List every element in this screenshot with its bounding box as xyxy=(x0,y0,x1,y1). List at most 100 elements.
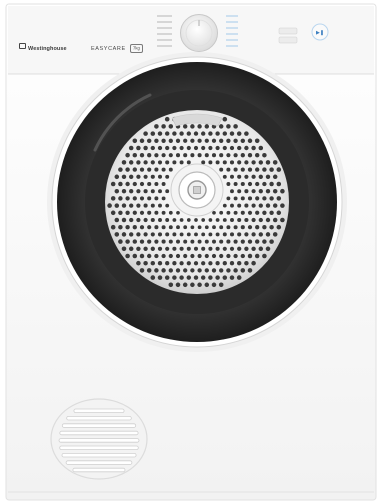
drum-hole xyxy=(147,181,152,187)
drum-hole xyxy=(244,260,249,266)
drum-hole xyxy=(136,232,141,237)
drum-hole xyxy=(143,160,148,165)
option-button-2[interactable] xyxy=(278,36,298,44)
drum-hole xyxy=(229,232,235,237)
drum-hole xyxy=(186,246,191,251)
drum-hub-bolt xyxy=(193,186,201,194)
drum-hole xyxy=(168,239,173,244)
drum-hole xyxy=(168,167,173,172)
drum-hole xyxy=(204,253,209,259)
drum-hole xyxy=(233,253,238,259)
drum-hole xyxy=(110,196,116,201)
drum-hole xyxy=(179,131,184,136)
drum-hole xyxy=(154,225,159,230)
drum-hole xyxy=(136,260,141,266)
drum-hole xyxy=(114,188,120,194)
drum-hole xyxy=(211,153,217,158)
start-pause-icon: ▶❚ xyxy=(316,30,324,36)
drum-hole xyxy=(251,232,256,237)
drum-hole xyxy=(118,181,123,187)
drum-hole xyxy=(154,167,159,172)
drum-hole xyxy=(208,232,213,237)
drum-hole xyxy=(197,225,202,230)
drum-hole xyxy=(208,261,213,266)
drum-hole xyxy=(265,246,271,252)
drum-hole xyxy=(222,275,228,280)
drum-hole xyxy=(161,182,166,186)
drum-hole xyxy=(147,253,152,259)
drum-hole xyxy=(276,181,282,187)
drum-hole xyxy=(161,225,166,230)
drum-hole xyxy=(186,218,191,222)
drum-hole xyxy=(262,167,267,172)
drum-hole xyxy=(222,203,227,208)
drum-hole xyxy=(154,268,159,273)
option-button-1[interactable] xyxy=(278,27,298,35)
drum-hole xyxy=(164,131,170,136)
drum-hole xyxy=(269,239,274,244)
drum-hole xyxy=(125,196,130,201)
drum-hole xyxy=(244,232,249,237)
drum-hole xyxy=(128,246,134,252)
drum-hole xyxy=(276,167,282,172)
drum-hole xyxy=(251,145,256,151)
drum-hole xyxy=(240,181,245,187)
drum-hole xyxy=(233,124,238,129)
drum-hole xyxy=(240,167,245,172)
vent-slat xyxy=(59,445,139,450)
drum-hole xyxy=(150,160,155,165)
drum-hole xyxy=(147,225,152,230)
dryer-illustration: ▶❚ xyxy=(5,3,377,501)
drum-hole xyxy=(229,131,235,136)
drum-hole xyxy=(215,246,220,251)
drum-hole xyxy=(179,145,184,151)
drum-hole xyxy=(118,167,123,172)
drum-hole xyxy=(128,160,134,165)
drum-hole xyxy=(276,210,282,216)
drum-hole xyxy=(236,275,242,280)
drum-hole xyxy=(125,239,130,244)
drum-hole xyxy=(157,160,163,165)
drum-hole xyxy=(147,167,152,172)
drum-hole xyxy=(136,174,141,179)
drum-hole xyxy=(186,232,191,237)
drum-hole xyxy=(136,160,141,165)
drum-hole xyxy=(168,153,173,158)
drum-hole xyxy=(197,253,202,259)
drum-hole xyxy=(219,253,224,259)
drum-hole xyxy=(118,196,123,201)
drum-hole xyxy=(280,203,285,208)
drum-hole xyxy=(226,124,231,129)
drum-hole xyxy=(255,181,260,187)
drum-hole xyxy=(121,232,127,237)
drum-hole xyxy=(110,210,116,216)
drum-hole xyxy=(157,145,163,151)
drum-hole xyxy=(208,246,213,251)
drum-hole xyxy=(190,124,195,129)
drum-hole xyxy=(168,225,173,230)
drum-hole xyxy=(190,239,195,244)
drum-hole xyxy=(110,224,116,230)
vent-slat xyxy=(66,415,132,421)
drum-hole xyxy=(154,182,159,186)
drum-hole xyxy=(190,282,195,288)
drum-hole xyxy=(219,210,224,215)
drum-hole xyxy=(165,203,170,208)
drum-hole xyxy=(254,138,260,144)
vent-slat xyxy=(58,438,140,443)
drum-hole xyxy=(125,167,130,172)
drum-hole xyxy=(125,152,130,158)
drum-hole xyxy=(237,246,242,251)
vent-slat xyxy=(61,423,137,428)
drum-hole xyxy=(139,225,145,230)
drum-hole xyxy=(168,282,174,288)
drum-hole xyxy=(190,153,195,158)
drum-hole xyxy=(237,160,242,165)
drum-hole xyxy=(139,268,145,273)
drum-hole xyxy=(150,260,156,266)
drum-hole xyxy=(139,196,145,201)
drum-hole xyxy=(204,138,209,143)
drum-hole xyxy=(168,124,174,129)
drum-hole xyxy=(247,253,253,259)
drum-hole xyxy=(226,225,231,230)
